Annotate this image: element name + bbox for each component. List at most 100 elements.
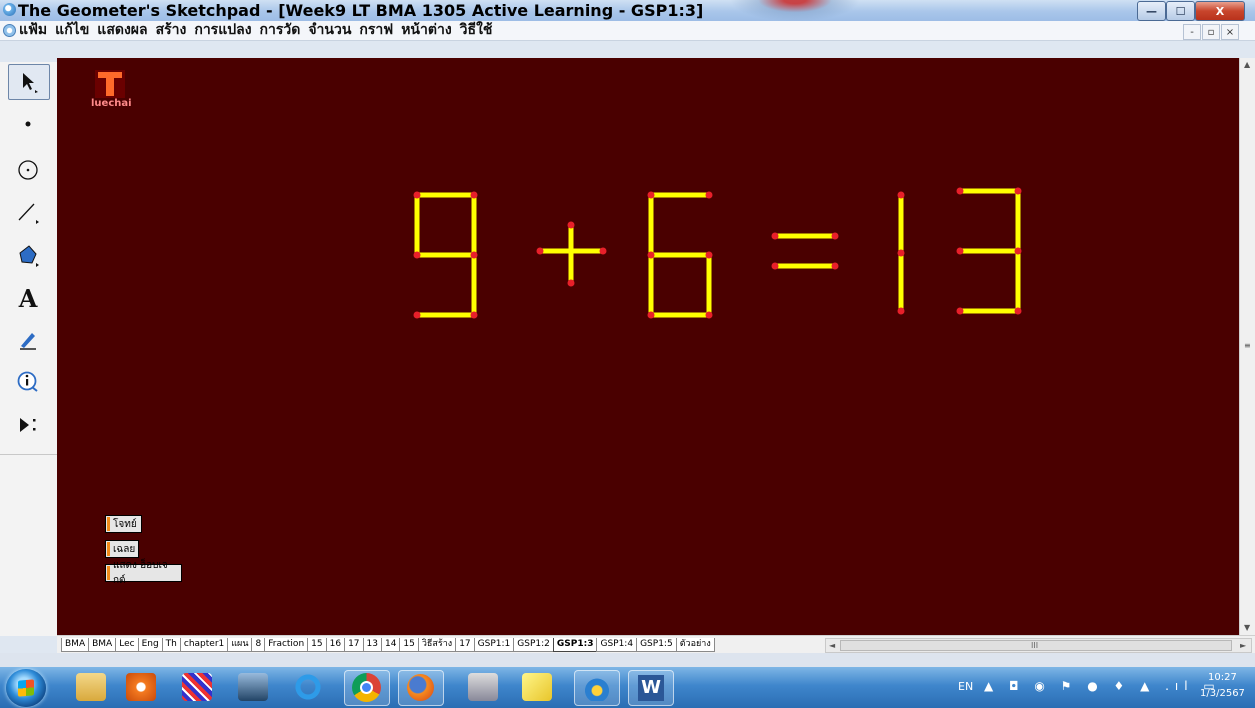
endpoint-dot[interactable]	[831, 262, 839, 270]
horizontal-scroll-thumb[interactable]: III	[840, 640, 1232, 651]
firefox-icon[interactable]	[398, 670, 444, 706]
menu-construct[interactable]: สร้าง	[156, 21, 187, 40]
sheet-tab[interactable]: chapter1	[179, 638, 229, 652]
menu-file[interactable]: แฟ้ม	[19, 21, 47, 40]
sheet-tab[interactable]: 16	[325, 638, 346, 652]
sticky-notes-icon[interactable]	[522, 673, 552, 701]
doc-minimize-button[interactable]: -	[1183, 24, 1201, 40]
scroll-up-arrow-icon[interactable]: ▲	[1244, 60, 1250, 69]
sheet-tab[interactable]: 17	[455, 638, 475, 652]
marker-tool[interactable]	[8, 323, 48, 357]
word-icon[interactable]: W	[628, 670, 674, 706]
menu-window[interactable]: หน้าต่าง	[401, 21, 451, 40]
clock-date[interactable]: 1/3/2567	[1200, 688, 1245, 699]
endpoint-dot[interactable]	[705, 311, 713, 319]
endpoint-dot[interactable]	[413, 311, 421, 319]
menu-display[interactable]: แสดงผล	[97, 21, 147, 40]
sheet-tab[interactable]: 15	[399, 638, 419, 652]
scroll-down-arrow-icon[interactable]: ▼	[1244, 623, 1250, 632]
sheet-tab[interactable]: GSP1:3	[552, 638, 598, 652]
doc-restore-button[interactable]: ▫	[1202, 24, 1220, 40]
menu-transform[interactable]: การแปลง	[194, 21, 251, 40]
sheet-tab[interactable]: วิธีสร้าง	[417, 638, 457, 652]
minimize-button[interactable]: —	[1137, 1, 1166, 21]
sheet-tab[interactable]: BMA	[61, 638, 90, 652]
endpoint-dot[interactable]	[536, 247, 544, 255]
sketch-canvas[interactable]: luechai โจทย์ เฉลย แสดง อ็อบเจกต์	[57, 58, 1239, 635]
sheet-tab[interactable]: Lec	[115, 638, 139, 652]
endpoint-dot[interactable]	[1014, 307, 1022, 315]
sketchpad-app-icon[interactable]	[3, 3, 16, 16]
scroll-left-arrow-icon[interactable]: ◄	[829, 641, 835, 650]
remote-desktop-icon[interactable]	[238, 673, 268, 701]
endpoint-dot[interactable]	[647, 191, 655, 199]
endpoint-dot[interactable]	[771, 232, 779, 240]
scroll-right-arrow-icon[interactable]: ►	[1240, 641, 1246, 650]
sheet-tab[interactable]: 14	[380, 638, 401, 652]
keyboard-tool-icon[interactable]	[468, 673, 498, 701]
arrow-select-tool[interactable]	[8, 64, 50, 100]
media-player-icon[interactable]	[126, 673, 156, 701]
endpoint-dot[interactable]	[956, 247, 964, 255]
endpoint-dot[interactable]	[956, 307, 964, 315]
information-tool[interactable]	[8, 365, 48, 399]
document-icon[interactable]	[3, 24, 16, 37]
sheet-tab[interactable]: Fraction	[264, 638, 309, 652]
sheet-tab[interactable]: GSP1:5	[636, 638, 677, 652]
endpoint-dot[interactable]	[705, 251, 713, 259]
endpoint-dot[interactable]	[413, 191, 421, 199]
custom-tool[interactable]	[8, 408, 48, 442]
sheet-tab[interactable]: ตัวอย่าง	[675, 638, 715, 652]
sheet-tab[interactable]: BMA	[88, 638, 117, 652]
endpoint-dot[interactable]	[470, 311, 478, 319]
menu-edit[interactable]: แก้ไข	[55, 21, 89, 40]
endpoint-dot[interactable]	[705, 191, 713, 199]
start-button[interactable]	[6, 669, 46, 707]
sheet-tab[interactable]: GSP1:4	[596, 638, 638, 652]
endpoint-dot[interactable]	[1014, 247, 1022, 255]
sheet-tab[interactable]: 13	[362, 638, 382, 652]
text-tool[interactable]: A	[8, 281, 48, 315]
sheet-tab[interactable]: GSP1:2	[513, 638, 554, 652]
sheet-tab[interactable]: 17	[344, 638, 364, 652]
horizontal-scrollbar[interactable]: ◄ III ►	[825, 638, 1252, 653]
sketchpad-taskbar-icon[interactable]	[574, 670, 620, 706]
endpoint-dot[interactable]	[647, 311, 655, 319]
point-tool[interactable]	[8, 107, 48, 141]
chrome-icon[interactable]	[344, 670, 390, 706]
sheet-tab[interactable]: GSP1:1	[473, 638, 515, 652]
problem-button[interactable]: โจทย์	[105, 515, 142, 533]
language-indicator[interactable]: EN	[958, 680, 973, 693]
sheet-tab[interactable]: แผน	[227, 638, 253, 652]
endpoint-dot[interactable]	[897, 249, 905, 257]
menu-measure[interactable]: การวัด	[260, 21, 301, 40]
endpoint-dot[interactable]	[956, 187, 964, 195]
polygon-tool[interactable]	[8, 238, 48, 272]
show-objects-button[interactable]: แสดง อ็อบเจกต์	[105, 560, 182, 586]
doc-close-button[interactable]: ×	[1221, 24, 1239, 40]
tray-icons[interactable]: ▲ ◘ ◉ ⚑ ● ♦ ▲ .ıl ▭	[984, 679, 1221, 693]
menu-graph[interactable]: กราฟ	[359, 21, 393, 40]
close-button[interactable]: X	[1195, 1, 1245, 21]
endpoint-dot[interactable]	[413, 251, 421, 259]
endpoint-dot[interactable]	[771, 262, 779, 270]
endpoint-dot[interactable]	[470, 251, 478, 259]
sheet-tab[interactable]: 15	[307, 638, 327, 652]
endpoint-dot[interactable]	[599, 247, 607, 255]
endpoint-dot[interactable]	[567, 279, 575, 287]
paint-app-icon[interactable]	[182, 673, 212, 701]
menu-help[interactable]: วิธีใช้	[460, 21, 493, 40]
endpoint-dot[interactable]	[831, 232, 839, 240]
endpoint-dot[interactable]	[567, 221, 575, 229]
internet-explorer-icon[interactable]	[293, 673, 323, 701]
sheet-tab[interactable]: Th	[161, 638, 181, 652]
straightedge-tool[interactable]	[8, 195, 48, 229]
answer-button[interactable]: เฉลย	[105, 540, 139, 558]
compass-tool[interactable]	[8, 153, 48, 187]
vertical-scrollbar[interactable]: ▲ ≡ ▼	[1239, 58, 1255, 635]
endpoint-dot[interactable]	[897, 307, 905, 315]
clock-time[interactable]: 10:27	[1208, 672, 1237, 683]
sheet-tab[interactable]: Eng	[137, 638, 163, 652]
endpoint-dot[interactable]	[470, 191, 478, 199]
sheet-tab[interactable]: 8	[251, 638, 266, 652]
